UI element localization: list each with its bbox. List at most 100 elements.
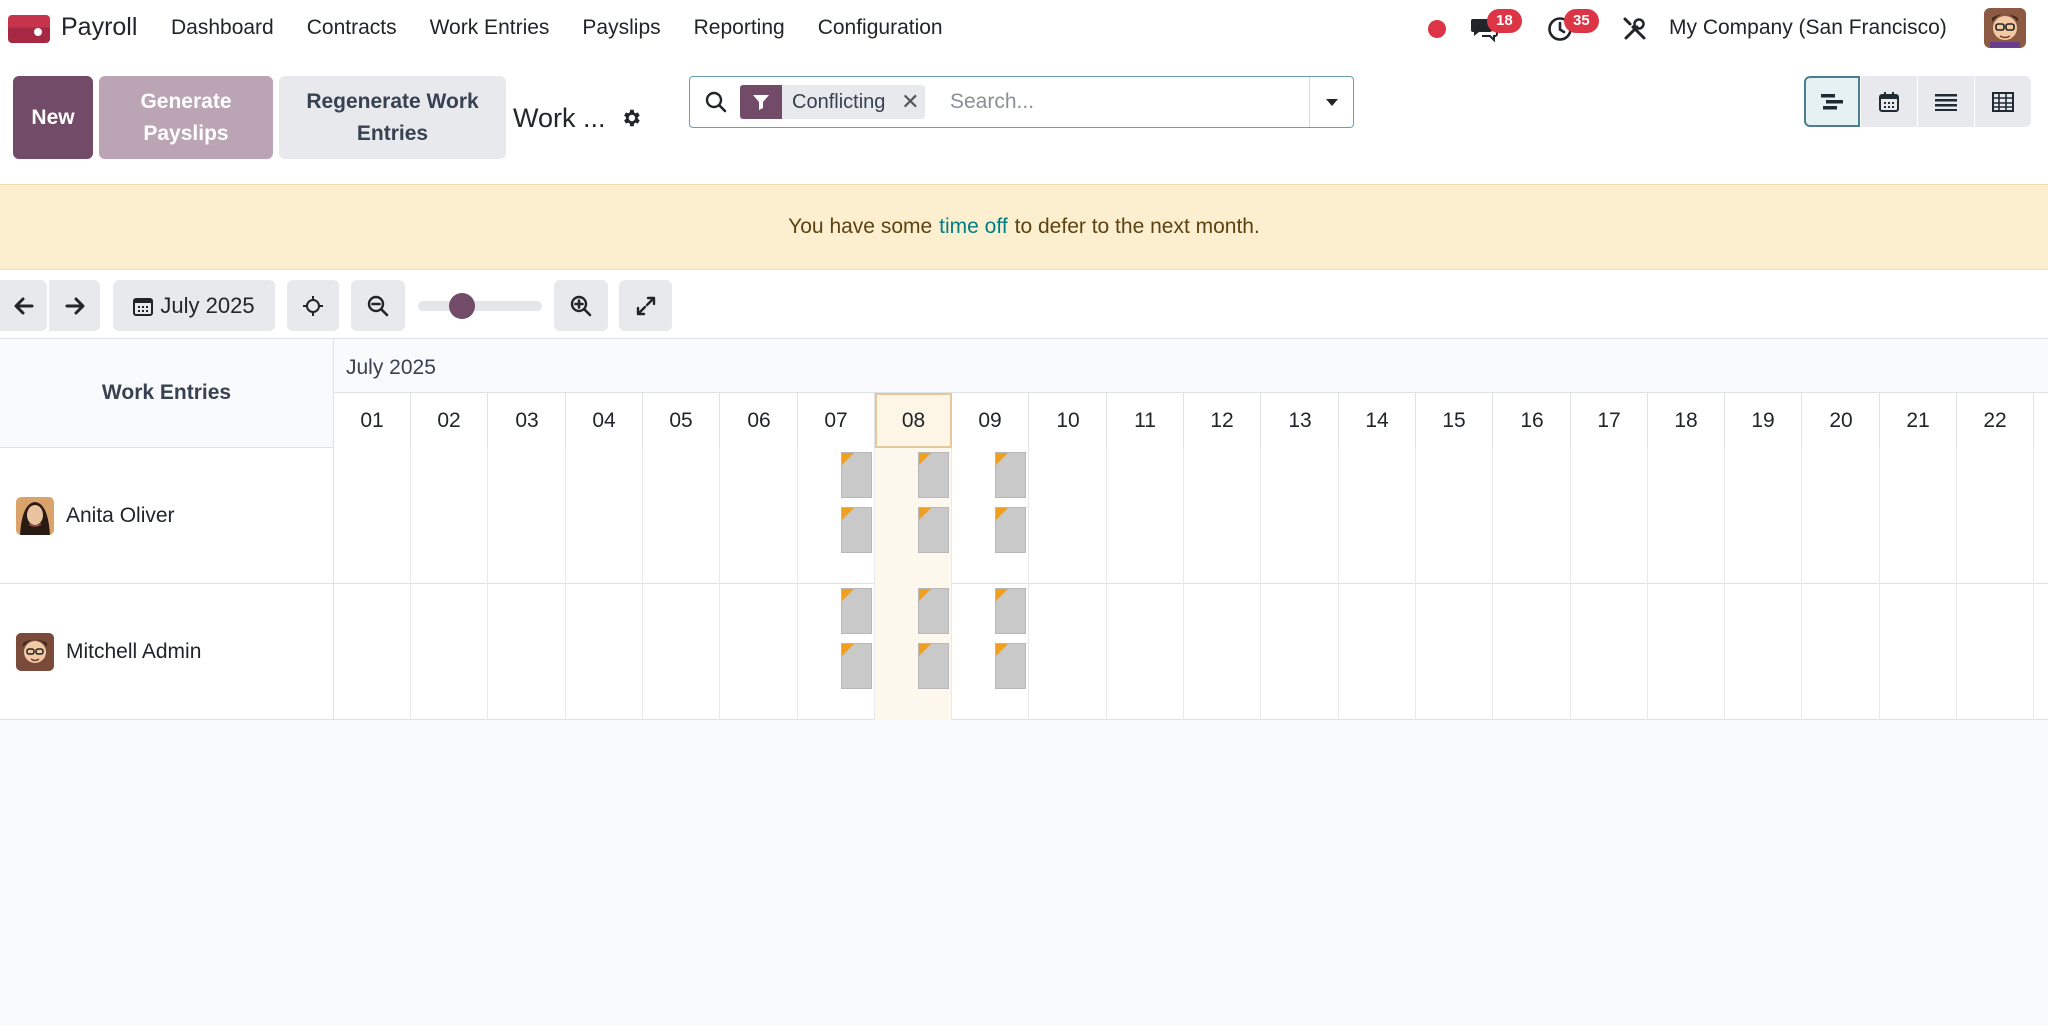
- gantt-cell[interactable]: [1803, 448, 1880, 584]
- conflicting-work-entry[interactable]: [918, 588, 949, 634]
- conflicting-work-entry[interactable]: [918, 507, 949, 553]
- gantt-cell[interactable]: [1184, 584, 1261, 720]
- gantt-cell[interactable]: [1648, 448, 1725, 584]
- gantt-cell[interactable]: [1880, 448, 1957, 584]
- conflicting-work-entry[interactable]: [995, 588, 1026, 634]
- user-avatar[interactable]: [1984, 8, 2026, 48]
- gantt-cell[interactable]: [1725, 584, 1802, 720]
- gantt-cell[interactable]: [566, 448, 643, 584]
- calendar-view-button[interactable]: [1861, 76, 1917, 127]
- gantt-cell[interactable]: [1416, 448, 1493, 584]
- status-dot-icon[interactable]: [1428, 20, 1446, 38]
- zoom-in-button[interactable]: [554, 280, 608, 331]
- gantt-cell[interactable]: [1494, 448, 1571, 584]
- zoom-out-button[interactable]: [351, 280, 405, 331]
- gantt-row: Mitchell Admin: [0, 584, 2048, 720]
- gantt-cell[interactable]: [952, 584, 1029, 720]
- gantt-cell[interactable]: [334, 448, 411, 584]
- gantt-cell[interactable]: [798, 448, 875, 584]
- employee-avatar[interactable]: [16, 497, 54, 535]
- company-switcher[interactable]: My Company (San Francisco): [1669, 16, 1947, 40]
- gantt-cell[interactable]: [721, 448, 798, 584]
- conflicting-work-entry[interactable]: [841, 452, 872, 498]
- gantt-cell[interactable]: [489, 584, 566, 720]
- conflicting-work-entry[interactable]: [918, 452, 949, 498]
- gantt-cell[interactable]: [1494, 584, 1571, 720]
- gantt-view-button[interactable]: [1804, 76, 1860, 127]
- employee-name[interactable]: Mitchell Admin: [66, 640, 201, 664]
- menu-configuration[interactable]: Configuration: [818, 16, 943, 40]
- time-off-alert: You have some time off to defer to the n…: [0, 184, 2048, 270]
- gantt-cell[interactable]: [1571, 448, 1648, 584]
- generate-payslips-button[interactable]: Generate Payslips: [99, 76, 273, 159]
- gantt-cell[interactable]: [1648, 584, 1725, 720]
- gantt-cell[interactable]: [1184, 448, 1261, 584]
- employee-name[interactable]: Anita Oliver: [66, 504, 175, 528]
- previous-period-button[interactable]: [0, 280, 47, 331]
- menu-contracts[interactable]: Contracts: [307, 16, 397, 40]
- gantt-day-header-05: 05: [643, 393, 720, 448]
- list-view-button[interactable]: [1918, 76, 1974, 127]
- zoom-slider[interactable]: [418, 293, 542, 319]
- gantt-cell[interactable]: [721, 584, 798, 720]
- gantt-cell[interactable]: [875, 584, 952, 720]
- gantt-row-header: Work Entries: [0, 339, 334, 448]
- next-period-button[interactable]: [49, 280, 100, 331]
- gantt-cell[interactable]: [489, 448, 566, 584]
- gantt-day-header-14: 14: [1339, 393, 1416, 448]
- gantt-cell[interactable]: [1957, 448, 2034, 584]
- conflicting-work-entry[interactable]: [841, 588, 872, 634]
- menu-payslips[interactable]: Payslips: [582, 16, 660, 40]
- gantt-cell[interactable]: [411, 448, 488, 584]
- gantt-cell[interactable]: [1107, 448, 1184, 584]
- conflicting-work-entry[interactable]: [918, 643, 949, 689]
- conflicting-work-entry[interactable]: [841, 643, 872, 689]
- conflicting-work-entry[interactable]: [841, 507, 872, 553]
- gantt-cell[interactable]: [1107, 584, 1184, 720]
- gantt-cell[interactable]: [1262, 584, 1339, 720]
- gantt-cell[interactable]: [1262, 448, 1339, 584]
- gantt-cell[interactable]: [1030, 584, 1107, 720]
- date-picker-button[interactable]: July 2025: [113, 280, 275, 331]
- menu-reporting[interactable]: Reporting: [694, 16, 785, 40]
- conflicting-work-entry[interactable]: [995, 507, 1026, 553]
- search-icon[interactable]: [704, 90, 728, 114]
- gantt-cell[interactable]: [1957, 584, 2034, 720]
- facet-remove-icon[interactable]: ✕: [895, 85, 925, 119]
- expand-button[interactable]: [619, 280, 672, 331]
- gear-icon[interactable]: [620, 107, 642, 129]
- gantt-cell[interactable]: [1880, 584, 1957, 720]
- zoom-out-icon: [367, 295, 389, 316]
- gantt-cell[interactable]: [643, 448, 720, 584]
- gantt-cell[interactable]: [952, 448, 1029, 584]
- gantt-cell[interactable]: [566, 584, 643, 720]
- gantt-cell[interactable]: [643, 584, 720, 720]
- gantt-cell[interactable]: [1339, 584, 1416, 720]
- gantt-cell[interactable]: [1030, 448, 1107, 584]
- search-input[interactable]: [950, 85, 1300, 119]
- app-name[interactable]: Payroll: [61, 13, 137, 42]
- time-off-link[interactable]: time off: [939, 215, 1007, 239]
- gantt-cell[interactable]: [798, 584, 875, 720]
- pivot-view-button[interactable]: [1975, 76, 2031, 127]
- zoom-slider-thumb[interactable]: [449, 293, 475, 319]
- conflicting-work-entry[interactable]: [995, 643, 1026, 689]
- search-options-toggle[interactable]: [1309, 77, 1353, 127]
- gantt-cell[interactable]: [1803, 584, 1880, 720]
- focus-today-button[interactable]: [287, 280, 339, 331]
- employee-avatar[interactable]: [16, 633, 54, 671]
- conflicting-work-entry[interactable]: [995, 452, 1026, 498]
- regenerate-work-entries-button[interactable]: Regenerate Work Entries: [279, 76, 506, 159]
- menu-work-entries[interactable]: Work Entries: [430, 16, 550, 40]
- debug-tools-icon[interactable]: [1622, 16, 1648, 42]
- gantt-cell[interactable]: [1571, 584, 1648, 720]
- gantt-cell[interactable]: [334, 584, 411, 720]
- gantt-cell[interactable]: [875, 448, 952, 584]
- gantt-cell[interactable]: [1725, 448, 1802, 584]
- menu-dashboard[interactable]: Dashboard: [171, 16, 274, 40]
- gantt-cell[interactable]: [1339, 448, 1416, 584]
- gantt-cell[interactable]: [411, 584, 488, 720]
- payroll-app-icon[interactable]: [8, 15, 50, 43]
- new-button[interactable]: New: [13, 76, 93, 159]
- gantt-cell[interactable]: [1416, 584, 1493, 720]
